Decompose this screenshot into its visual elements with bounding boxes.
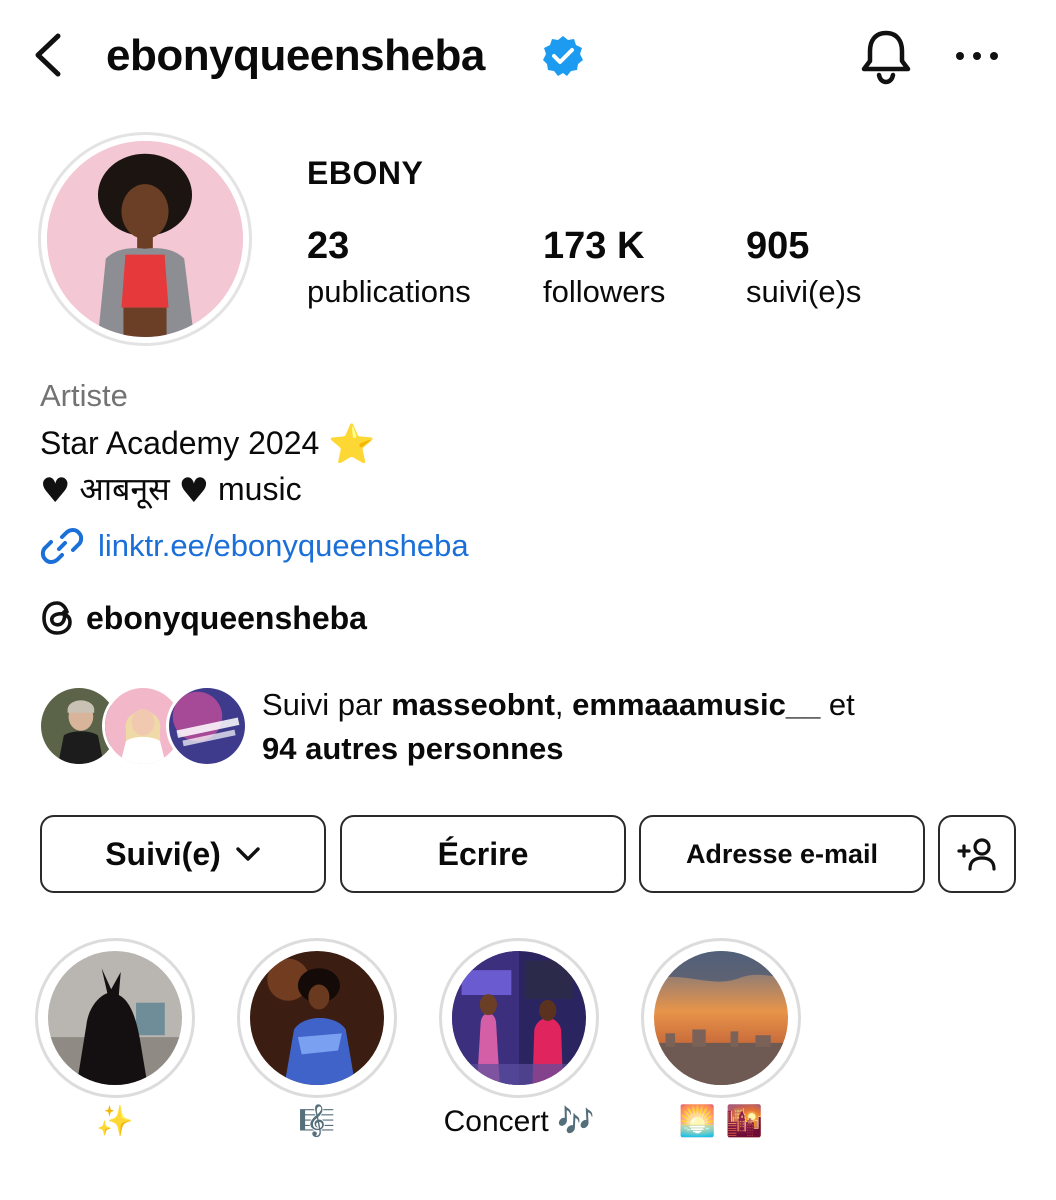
bio-text: Star Academy 2024 xyxy=(40,425,320,461)
stat-label: publications xyxy=(307,274,471,309)
highlight-ring xyxy=(641,938,801,1098)
mutual-others[interactable]: 94 autres personnes xyxy=(262,731,564,766)
following-button[interactable]: Suivi(e) xyxy=(40,815,326,893)
highlight-cover-image xyxy=(654,951,788,1085)
threads-badge[interactable]: ebonyqueensheba xyxy=(40,598,367,638)
avatar xyxy=(166,685,248,767)
mutual-avatar-image xyxy=(169,688,245,764)
profile-avatar[interactable] xyxy=(38,132,252,346)
mutual-user[interactable]: emmaaamusic__ xyxy=(572,687,820,722)
highlight-ring xyxy=(35,938,195,1098)
threads-handle: ebonyqueensheba xyxy=(86,599,367,636)
email-button-label: Adresse e-mail xyxy=(685,838,879,869)
highlight-cover xyxy=(250,951,384,1085)
add-user-icon xyxy=(957,838,996,871)
stat-value: 905 xyxy=(746,225,810,267)
link-url[interactable]: linktr.ee/ebonyqueensheba xyxy=(98,528,469,564)
mutual-suffix: et xyxy=(820,687,855,722)
verified-icon xyxy=(543,36,583,76)
stat-value: 23 xyxy=(307,225,350,267)
highlight-cover xyxy=(48,951,182,1085)
mutual-followers-text[interactable]: Suivi par masseobnt, emmaaamusic__ et 94… xyxy=(262,683,1022,771)
threads-icon xyxy=(42,601,72,635)
bio-text: music xyxy=(218,471,302,507)
stat-publications[interactable]: 23 publications xyxy=(307,224,471,312)
story-highlight[interactable]: 🎼 xyxy=(237,938,397,1139)
bio-line: Star Academy 2024 ⭐ xyxy=(40,422,376,467)
stat-value: 173 K xyxy=(543,225,645,267)
profile-header: ebonyqueensheba xyxy=(0,0,1056,112)
message-button-label: Écrire xyxy=(437,835,529,872)
link-icon xyxy=(40,528,84,564)
avatar xyxy=(47,141,243,337)
highlight-cover-image xyxy=(48,951,182,1085)
highlight-ring xyxy=(237,938,397,1098)
black-heart-icon: ♥ xyxy=(40,471,71,511)
bio-text: आबनूस xyxy=(79,471,170,507)
story-highlight[interactable]: Concert 🎶 xyxy=(439,938,599,1138)
back-icon[interactable] xyxy=(28,30,68,80)
stat-followers[interactable]: 173 K followers xyxy=(543,224,665,312)
bell-icon[interactable] xyxy=(858,27,914,85)
highlight-cover xyxy=(452,951,586,1085)
email-button[interactable]: Adresse e-mail xyxy=(639,815,925,893)
story-highlight[interactable]: 🌅 🌇 xyxy=(641,938,801,1139)
mutual-user[interactable]: masseobnt xyxy=(391,687,555,722)
username-title: ebonyqueensheba xyxy=(106,31,485,80)
mutual-followers-avatars[interactable] xyxy=(38,685,248,767)
highlight-label: 🌅 🌇 xyxy=(678,1104,764,1139)
stat-label: suivi(e)s xyxy=(746,274,862,309)
more-icon[interactable] xyxy=(954,46,1000,66)
highlight-cover-image xyxy=(250,951,384,1085)
black-heart-icon: ♥ xyxy=(178,471,210,511)
message-button[interactable]: Écrire xyxy=(340,815,626,893)
mutual-separator: , xyxy=(554,687,573,722)
display-name: EBONY xyxy=(307,155,424,191)
stat-following[interactable]: 905 suivi(e)s xyxy=(746,224,861,312)
bio-line: ♥ आबनूस ♥ music xyxy=(40,467,302,511)
highlight-ring xyxy=(439,938,599,1098)
bio-link[interactable]: linktr.ee/ebonyqueensheba xyxy=(40,524,469,568)
stat-label: followers xyxy=(543,274,666,309)
highlight-cover xyxy=(654,951,788,1085)
chevron-down-icon xyxy=(236,847,260,861)
star-icon: ⭐ xyxy=(328,422,376,466)
highlight-cover-image xyxy=(452,951,586,1085)
suggested-users-button[interactable] xyxy=(938,815,1016,893)
profile-category: Artiste xyxy=(40,378,128,413)
story-highlight[interactable]: ✨ xyxy=(35,938,195,1139)
mutual-prefix: Suivi par xyxy=(262,687,392,722)
following-button-label: Suivi(e) xyxy=(105,835,221,872)
avatar-image xyxy=(47,141,243,337)
